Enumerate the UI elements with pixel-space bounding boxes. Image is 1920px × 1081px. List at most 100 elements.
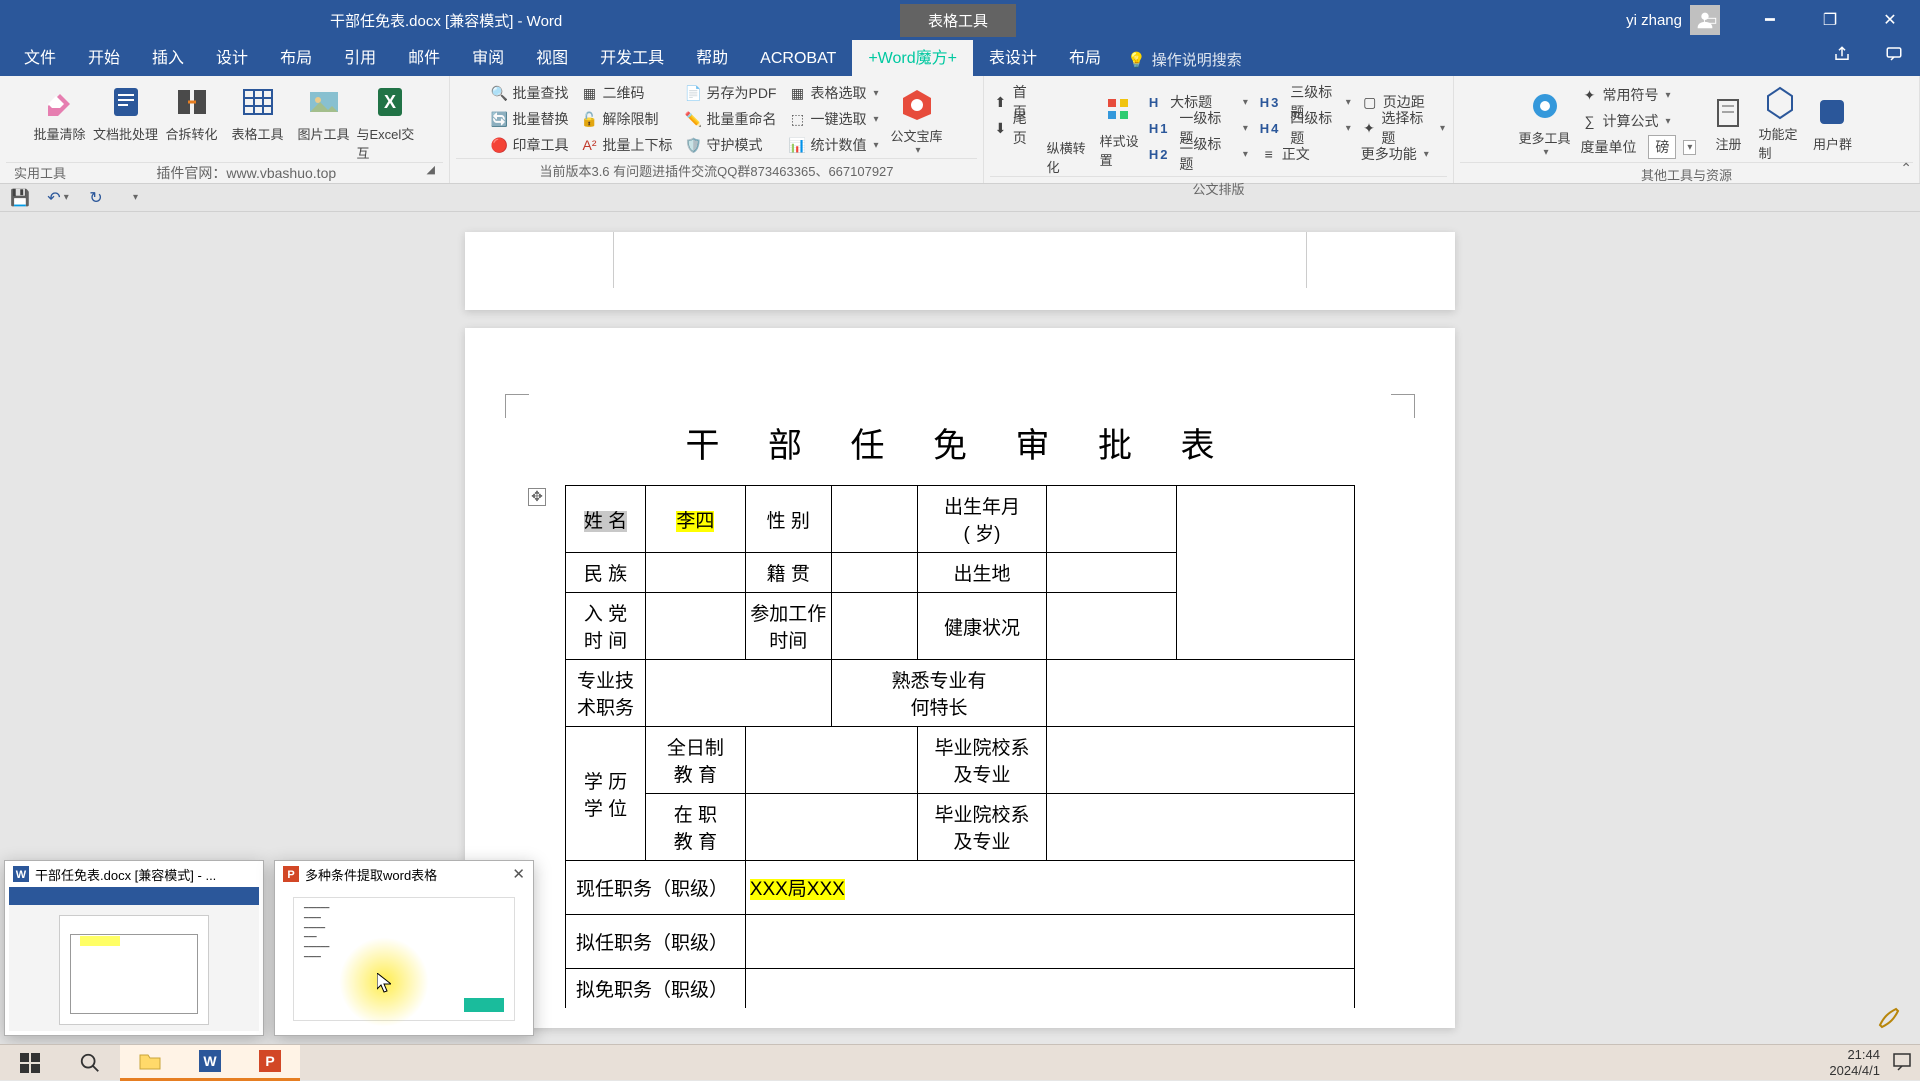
- subscript-button[interactable]: A²批量上下标: [578, 132, 674, 158]
- register-button[interactable]: 注册: [1706, 90, 1750, 153]
- customize-button[interactable]: 功能定制: [1758, 80, 1802, 162]
- word-app-button[interactable]: W: [180, 1045, 240, 1081]
- heading-2-button[interactable]: H2 二级标题: [1147, 141, 1232, 167]
- powerpoint-app-button[interactable]: P: [240, 1045, 300, 1081]
- cell-onjob-value[interactable]: [745, 794, 917, 861]
- formula-button[interactable]: ∑计算公式▾: [1579, 108, 1699, 134]
- cell-current-value[interactable]: XXX局XXX: [750, 879, 845, 900]
- orientation-button[interactable]: 纵横转化: [1047, 80, 1094, 176]
- tab-view[interactable]: 视图: [520, 36, 584, 76]
- heading-4-button[interactable]: ▾ H4 四级标题▾: [1238, 115, 1353, 141]
- cell-native-value[interactable]: [831, 553, 917, 593]
- doc-batch-button[interactable]: 文档批处理: [93, 80, 159, 162]
- batch-rename-button[interactable]: ✏️批量重命名: [682, 106, 778, 132]
- cell-spec-value[interactable]: [1047, 660, 1355, 727]
- save-button[interactable]: 💾: [10, 188, 30, 208]
- table-move-handle[interactable]: ✥: [528, 488, 546, 506]
- table-select-button[interactable]: ▦表格选取▾: [786, 80, 880, 106]
- protect-mode-button[interactable]: 🛡️守护模式: [682, 132, 778, 158]
- stats-button[interactable]: 📊统计数值▾: [786, 132, 880, 158]
- taskbar-preview-ppt[interactable]: P 多种条件提取word表格 ✕ ━━━━━━━━━━━━━━━━━━━━━━━…: [274, 860, 534, 1036]
- cell-tech-value[interactable]: [645, 660, 831, 727]
- tab-table-design[interactable]: 表设计: [973, 36, 1053, 76]
- cell-birth-value[interactable]: [1047, 486, 1177, 553]
- cell-gender-value[interactable]: [831, 486, 917, 553]
- tab-home[interactable]: 开始: [72, 36, 136, 76]
- tab-mailings[interactable]: 邮件: [392, 36, 456, 76]
- tab-table-layout[interactable]: 布局: [1053, 36, 1117, 76]
- tab-layout[interactable]: 布局: [264, 36, 328, 76]
- tab-design[interactable]: 设计: [200, 36, 264, 76]
- batch-find-button[interactable]: 🔍批量查找: [488, 80, 570, 106]
- qrcode-button[interactable]: ▦二维码: [578, 80, 674, 106]
- user-name[interactable]: yi zhang: [1626, 12, 1682, 29]
- cell-grad2-value[interactable]: [1047, 794, 1355, 861]
- cell-birthplace-value[interactable]: [1047, 553, 1177, 593]
- close-preview-button[interactable]: ✕: [512, 865, 525, 883]
- tab-review[interactable]: 审阅: [456, 36, 520, 76]
- save-pdf-button[interactable]: 📄另存为PDF: [682, 80, 778, 106]
- comments-button[interactable]: [1868, 37, 1920, 76]
- table-tools-button[interactable]: 表格工具: [225, 80, 291, 162]
- minimize-button[interactable]: ━: [1740, 0, 1800, 40]
- user-group-button[interactable]: 用户群: [1810, 90, 1854, 153]
- tell-me-search[interactable]: 💡 操作说明搜索: [1127, 49, 1242, 76]
- document-page[interactable]: 干 部 任 免 审 批 表 姓 名 李四 性 别 出生年月( 岁) 民 族 籍 …: [465, 328, 1455, 1028]
- redo-button[interactable]: ↻: [86, 188, 106, 208]
- cell-proposed-value[interactable]: [745, 915, 1354, 969]
- tab-word-magic[interactable]: +Word魔方+: [852, 36, 973, 76]
- close-button[interactable]: ✕: [1860, 0, 1920, 40]
- group-launcher-icon[interactable]: ◢: [427, 163, 435, 183]
- undo-button[interactable]: ↶▾: [48, 188, 68, 208]
- search-button[interactable]: [60, 1045, 120, 1081]
- system-clock[interactable]: 21:44 2024/4/1: [1829, 1047, 1880, 1078]
- cell-ethnic-value[interactable]: [645, 553, 745, 593]
- tab-insert[interactable]: 插入: [136, 36, 200, 76]
- table-tools-tab[interactable]: 表格工具: [900, 4, 1016, 37]
- unit-selector[interactable]: 度量单位 磅 ▾: [1579, 134, 1699, 160]
- unlock-button[interactable]: 🔓解除限制: [578, 106, 674, 132]
- cell-remove-value[interactable]: [745, 969, 1354, 1009]
- file-explorer-button[interactable]: [120, 1045, 180, 1081]
- one-click-select-button[interactable]: ⬚一键选取▾: [786, 106, 880, 132]
- ink-pen-button[interactable]: [1876, 1001, 1904, 1034]
- batch-replace-button[interactable]: 🔄批量替换: [488, 106, 570, 132]
- excel-sync-button[interactable]: X与Excel交互: [357, 80, 423, 162]
- tab-help[interactable]: 帮助: [680, 36, 744, 76]
- batch-clear-button[interactable]: 批量清除: [27, 80, 93, 162]
- cell-fulltime-value[interactable]: [745, 727, 917, 794]
- cell-party-value[interactable]: [645, 593, 745, 660]
- more-tools-button[interactable]: 更多工具▾: [1519, 84, 1571, 158]
- tab-acrobat[interactable]: ACROBAT: [744, 42, 852, 76]
- tab-developer[interactable]: 开发工具: [584, 36, 680, 76]
- start-button[interactable]: [0, 1045, 60, 1081]
- image-tools-button[interactable]: 图片工具: [291, 80, 357, 162]
- cell-photo[interactable]: [1177, 486, 1355, 660]
- common-symbols-button[interactable]: ✦常用符号▾: [1579, 82, 1699, 108]
- taskbar-preview-word[interactable]: W 干部任免表.docx [兼容模式] - ...: [4, 860, 264, 1036]
- cell-name-value[interactable]: 李四: [676, 511, 714, 532]
- collapse-ribbon-button[interactable]: ⌃: [1900, 160, 1912, 177]
- last-page-button[interactable]: ⬇尾页: [990, 115, 1041, 141]
- form-table[interactable]: 姓 名 李四 性 别 出生年月( 岁) 民 族 籍 贯 出生地: [565, 485, 1355, 1008]
- stamp-tool-button[interactable]: 🔴印章工具: [488, 132, 570, 158]
- tab-references[interactable]: 引用: [328, 36, 392, 76]
- cell-work-value[interactable]: [831, 593, 917, 660]
- margins-icon: ▢: [1361, 93, 1379, 111]
- cell-grad1-value[interactable]: [1047, 727, 1355, 794]
- tab-file[interactable]: 文件: [8, 36, 72, 76]
- select-heading-button[interactable]: ✦选择标题▾: [1359, 115, 1447, 141]
- maximize-button[interactable]: ❐: [1800, 0, 1860, 40]
- cell-remove-label: 拟免职务（职级）: [566, 969, 746, 1009]
- body-text-button[interactable]: ▾ ≡正文: [1238, 141, 1353, 167]
- merge-split-button[interactable]: 合拆转化: [159, 80, 225, 162]
- share-button[interactable]: [1816, 37, 1868, 76]
- qat-customize[interactable]: ▾: [124, 188, 144, 208]
- style-settings-button[interactable]: 样式设置: [1100, 87, 1141, 169]
- cell-health-value[interactable]: [1047, 593, 1177, 660]
- more-functions-button[interactable]: 更多功能▾: [1359, 141, 1447, 167]
- notifications-button[interactable]: [1892, 1051, 1912, 1074]
- gongwen-library-button[interactable]: 公文宝库▾: [889, 82, 945, 156]
- cell-proposed-label: 拟任职务（职级）: [566, 915, 746, 969]
- ribbon-display-options[interactable]: ▭: [1680, 0, 1740, 40]
